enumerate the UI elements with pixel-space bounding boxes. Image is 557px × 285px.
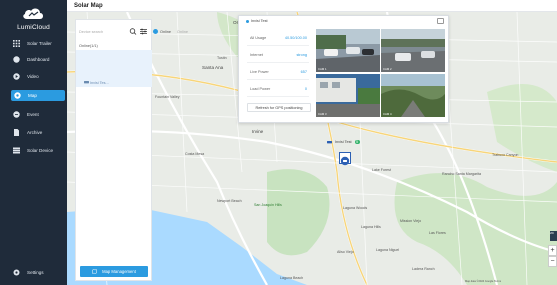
map-label: Aliso Viejo (337, 250, 354, 254)
map-label: Santa Ana (202, 65, 224, 70)
map-label: Laguna Beach (280, 276, 304, 280)
map-label: San Joaquin Hills (254, 203, 282, 207)
solar-device-icon (12, 147, 20, 155)
map-management-label: Map Management (102, 269, 136, 274)
event-icon (12, 111, 20, 119)
info-value: 0 (304, 87, 307, 91)
device-marker[interactable] (339, 152, 351, 166)
popup-title-text: Invisi Test (251, 19, 268, 23)
offline-label: Online (176, 29, 188, 34)
search-input[interactable]: Device search (79, 27, 126, 36)
refresh-gps-button[interactable]: Refresh for GPS positioning (247, 103, 311, 112)
map-icon (13, 92, 21, 100)
online-dot-icon (153, 29, 158, 34)
grid-icon (12, 40, 20, 48)
marker-label: Invisi Test (335, 139, 352, 144)
device-car-icon (327, 140, 332, 143)
map-label: Lake Forest (372, 168, 391, 172)
sidebar-item-settings[interactable]: Settings (12, 267, 64, 278)
map-label: Rancho Santa Margarita (442, 172, 481, 176)
map-label: Laguna Woods (343, 206, 368, 210)
status-dot-icon (246, 19, 249, 23)
map-label: Trabuco Canyon (492, 153, 519, 157)
camera-thumbnail-2[interactable]: CAM 2 (381, 29, 445, 72)
device-panel: Device search Online(1/1) Invisi Tes... … (75, 19, 152, 281)
map-label: Laguna Hills (361, 225, 381, 229)
info-label: All Usage (250, 36, 267, 40)
info-row-internet: Internet strong (247, 49, 309, 63)
sidebar-item-solar-device[interactable]: Solar Device (12, 145, 64, 156)
sidebar-item-map[interactable]: Map (11, 90, 65, 101)
marker-badge: 5 (354, 139, 360, 144)
zoom-out-button[interactable]: − (548, 256, 557, 267)
map-label: Costa Mesa (185, 152, 205, 156)
camera-thumbnail-4[interactable]: CAM 4 (381, 74, 445, 117)
sidebar-item-solar-trailer[interactable]: Solar Trailer (12, 38, 64, 49)
camera-thumbnail-3[interactable]: CAM 3 (316, 74, 380, 117)
map-label: Fountain Valley (155, 95, 180, 99)
page-title: Solar Map (74, 3, 103, 9)
sidebar: LumiCloud Solar Trailer Dashboard Video … (0, 0, 67, 285)
info-value: strong (296, 53, 307, 57)
info-row-load-power: Load Power 0 (247, 83, 309, 97)
camera-label: CAM 1 (318, 67, 327, 71)
video-icon (12, 73, 20, 81)
sidebar-item-label: Solar Device (27, 148, 54, 153)
top-header: Solar Map (67, 0, 557, 12)
popup-title: Invisi Test (246, 19, 268, 23)
sidebar-item-label: Dashboard (27, 57, 50, 62)
filter-icon[interactable] (139, 27, 148, 36)
map-attribution: Map data ©2024 Google Terms (465, 280, 502, 283)
online-label: Online (160, 29, 171, 34)
gear-icon (12, 269, 20, 277)
sidebar-item-archive[interactable]: Archive (12, 127, 64, 138)
device-car-icon (84, 81, 89, 84)
archive-icon (12, 129, 20, 137)
camera-label: CAM 3 (318, 112, 327, 116)
map-label: Mission Viejo (400, 219, 422, 223)
info-row-live-power: Live Power 657 (247, 66, 309, 80)
brand-name: LumiCloud (17, 24, 50, 31)
close-icon[interactable] (437, 18, 444, 24)
sidebar-item-label: Settings (27, 270, 44, 275)
camera-label: CAM 4 (383, 112, 392, 116)
map-management-icon (92, 268, 97, 275)
map-label: Ladera Ranch (412, 267, 435, 271)
marker-tag[interactable]: Invisi Test 5 (327, 138, 360, 145)
map-label: Las Flores (429, 231, 446, 235)
sidebar-item-event[interactable]: Event (12, 109, 64, 120)
info-value: 657 (300, 70, 307, 74)
info-label: Internet (250, 53, 263, 57)
device-list-item[interactable]: Invisi Tes... (76, 50, 152, 87)
camera-label: CAM 2 (383, 67, 392, 71)
map-label: Newport Beach (217, 199, 242, 203)
sidebar-item-video[interactable]: Video (12, 71, 64, 82)
search-icon[interactable] (129, 27, 137, 36)
sidebar-item-label: Solar Trailer (27, 41, 52, 46)
map-label: Irvine (252, 129, 264, 134)
info-value: 40.50/100.00 (284, 36, 307, 40)
dashboard-icon (12, 56, 20, 64)
camera-thumbnail-1[interactable]: CAM 1 (316, 29, 380, 72)
cloud-logo-icon (23, 8, 43, 19)
sidebar-item-dashboard[interactable]: Dashboard (12, 54, 64, 65)
map-label: Tustin (217, 56, 227, 60)
sidebar-item-label: Video (27, 74, 39, 79)
map-layer-button[interactable]: 2D (550, 231, 557, 241)
zoom-in-button[interactable]: + (548, 245, 557, 256)
info-row-usage: All Usage 40.50/100.00 (247, 32, 309, 46)
sidebar-item-label: Archive (27, 130, 43, 135)
status-toggle[interactable]: Online Online (153, 28, 188, 35)
online-count-header: Online(1/1) (79, 44, 98, 48)
device-name: Invisi Tes... (90, 81, 109, 85)
sidebar-item-label: Map (28, 93, 37, 98)
info-label: Load Power (250, 87, 271, 91)
info-label: Live Power (250, 70, 269, 74)
map-management-button[interactable]: Map Management (80, 266, 148, 277)
location-pin-icon (340, 156, 350, 166)
sidebar-item-label: Event (27, 112, 39, 117)
device-info-popup: Invisi Test All Usage 40.50/100.00 Inter… (238, 15, 449, 123)
map-label: Laguna Niguel (376, 248, 400, 252)
